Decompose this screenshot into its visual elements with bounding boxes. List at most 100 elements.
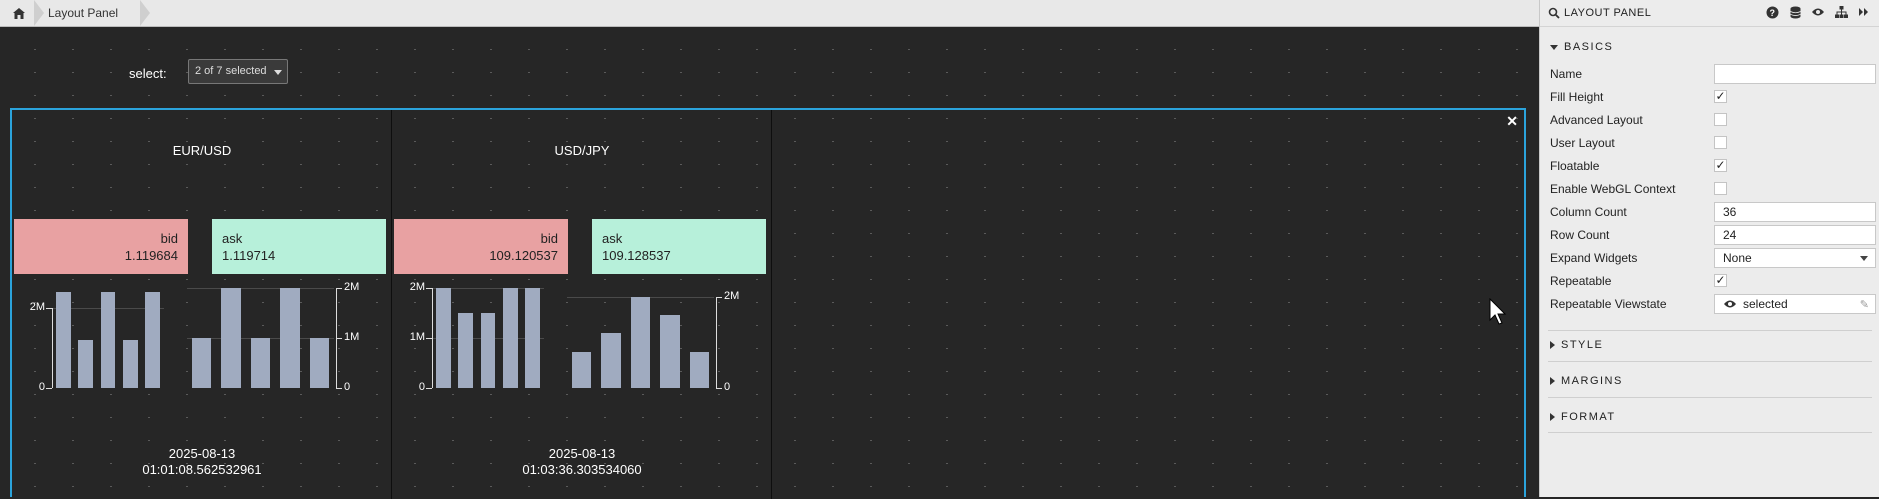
- bid-tile: bid 109.120537: [394, 219, 568, 274]
- section-title: STYLE: [1561, 339, 1604, 351]
- property-checkbox[interactable]: ✓: [1714, 274, 1727, 287]
- expand-icon[interactable]: [1857, 6, 1871, 20]
- chart-tick: [426, 338, 432, 339]
- section-title: BASICS: [1564, 41, 1614, 53]
- breadcrumb: Layout Panel: [0, 0, 1539, 27]
- bid-tile: bid 1.119684: [14, 219, 188, 274]
- ask-tile: ask 1.119714: [212, 219, 386, 274]
- chart-bar: [660, 315, 680, 388]
- chart-bar: [458, 313, 473, 388]
- breadcrumb-current[interactable]: Layout Panel: [38, 3, 150, 23]
- chart-bar: [78, 340, 93, 388]
- search-icon[interactable]: [1548, 7, 1560, 19]
- property-label: Name: [1550, 67, 1583, 81]
- section-style[interactable]: STYLE: [1550, 339, 1603, 351]
- property-input[interactable]: [1714, 64, 1876, 84]
- eye-icon: [1724, 300, 1736, 308]
- caret-right-icon: [1550, 341, 1555, 350]
- hierarchy-icon[interactable]: [1834, 6, 1848, 20]
- property-label: Repeatable Viewstate: [1550, 297, 1667, 311]
- property-row: Expand Widgets None: [1540, 246, 1879, 269]
- section-title: FORMAT: [1561, 411, 1616, 423]
- ask-volume-chart: 2M 1M 0: [187, 281, 362, 393]
- chart-tick-label: 0: [38, 381, 45, 393]
- chart-tick-label: 2M: [724, 290, 740, 303]
- bid-label: bid: [160, 231, 178, 246]
- property-label: Fill Height: [1550, 90, 1604, 104]
- panel-title: USD/JPY: [554, 143, 610, 158]
- selector-value: 2 of 7 selected: [195, 65, 267, 77]
- property-checkbox[interactable]: [1714, 136, 1727, 149]
- property-input[interactable]: selected ✎: [1714, 294, 1876, 314]
- chart-tick: [426, 388, 432, 389]
- chart-tick: [336, 388, 342, 389]
- property-label: Column Count: [1550, 205, 1627, 219]
- property-checkbox[interactable]: [1714, 182, 1727, 195]
- property-value: 24: [1723, 228, 1737, 242]
- chart-tick: [336, 338, 342, 339]
- chart-tick: [716, 297, 722, 299]
- mouse-cursor-icon: [1489, 298, 1507, 325]
- property-row: Fill Height ✓: [1540, 85, 1879, 108]
- sidebar-header: LAYOUT PANEL ?: [1540, 0, 1879, 27]
- property-row: Advanced Layout: [1540, 108, 1879, 131]
- ask-label: ask: [602, 231, 623, 246]
- chart-bar: [280, 288, 300, 388]
- chart-tick: [716, 388, 722, 389]
- help-icon[interactable]: ?: [1765, 6, 1779, 20]
- timestamp-date: 2025-08-13: [548, 446, 616, 461]
- section-format[interactable]: FORMAT: [1550, 411, 1616, 423]
- chart-bar: [571, 351, 592, 388]
- chart-tick: [336, 288, 342, 289]
- chart-tick-label: 0: [344, 381, 351, 393]
- property-row: Name: [1540, 62, 1879, 85]
- breadcrumb-separator: [140, 0, 150, 26]
- layout-panel-sidebar: LAYOUT PANEL ? BASICS Name Fill Height ✓ Ad…: [1539, 0, 1879, 497]
- property-value: 36: [1723, 205, 1737, 219]
- chart-bar: [55, 292, 71, 388]
- property-label: Repeatable: [1550, 274, 1612, 288]
- chart-tick-label: 2M: [29, 301, 45, 313]
- chart-tick: [46, 388, 52, 389]
- chart-bar: [601, 333, 621, 388]
- property-label: Row Count: [1550, 228, 1610, 242]
- property-label: Enable WebGL Context: [1550, 182, 1676, 196]
- close-icon[interactable]: ✕: [1506, 113, 1518, 130]
- chart-tick-label: 1M: [409, 331, 425, 343]
- property-value: ✓: [1715, 158, 1726, 172]
- chart-axis: [716, 297, 717, 388]
- chart-bar: [191, 338, 212, 388]
- section-basics[interactable]: BASICS: [1550, 41, 1613, 53]
- property-row: Enable WebGL Context: [1540, 177, 1879, 200]
- repeatable-container[interactable]: ✕ EUR/USD bid 1.119684 ask 1.119714 2M 0 …: [10, 108, 1526, 499]
- property-label: Floatable: [1550, 159, 1600, 173]
- bid-label: bid: [540, 231, 558, 246]
- ask-tile: ask 109.128537: [592, 219, 766, 274]
- ask-label: ask: [222, 231, 243, 246]
- chart-bar: [145, 292, 161, 388]
- divider: [1548, 432, 1872, 433]
- bid-volume-chart: 2M 1M 0: [409, 281, 552, 393]
- timestamp-time: 01:03:36.303534060: [522, 462, 642, 477]
- chart-tick-label: 2M: [344, 281, 360, 293]
- property-checkbox[interactable]: ✓: [1714, 159, 1727, 172]
- chart-bar: [123, 340, 138, 388]
- database-icon[interactable]: [1788, 6, 1802, 20]
- eye-icon[interactable]: [1811, 6, 1825, 20]
- chart-bar: [689, 351, 709, 388]
- chart-bar: [525, 288, 541, 388]
- selector-dropdown[interactable]: 2 of 7 selected: [188, 59, 288, 84]
- eraser-icon[interactable]: ✎: [1860, 298, 1869, 311]
- property-select[interactable]: None: [1714, 248, 1876, 268]
- property-input[interactable]: 24: [1714, 225, 1876, 245]
- chart-tick-label: 2M: [409, 281, 425, 293]
- property-input[interactable]: 36: [1714, 202, 1876, 222]
- chart-bar: [630, 297, 651, 388]
- section-margins[interactable]: MARGINS: [1550, 375, 1623, 387]
- bid-value: 1.119684: [124, 248, 178, 263]
- property-checkbox[interactable]: ✓: [1714, 90, 1727, 103]
- property-checkbox[interactable]: [1714, 113, 1727, 126]
- timestamp-time: 01:01:08.562532961: [142, 462, 262, 477]
- breadcrumb-home[interactable]: [4, 3, 34, 23]
- property-value: ✓: [1715, 89, 1726, 103]
